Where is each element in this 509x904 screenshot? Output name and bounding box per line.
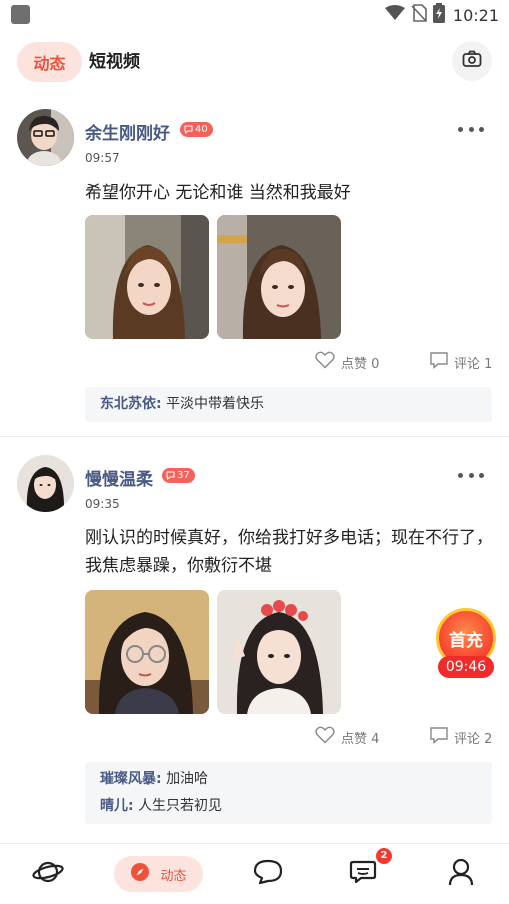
level-value: 37	[177, 470, 190, 481]
comments-preview[interactable]: 璀璨风暴: 加油哈 晴儿: 人生只若初见	[85, 762, 492, 824]
status-bar: 10:21	[0, 0, 509, 30]
planet-icon	[32, 858, 64, 890]
first-recharge-promo[interactable]: 首充 09:46	[434, 608, 498, 678]
app-notification-icon	[11, 5, 30, 24]
bubble-icon	[253, 859, 283, 889]
comment-text: 加油哈	[166, 771, 209, 787]
nav-discover[interactable]	[28, 856, 68, 892]
nav-square[interactable]	[248, 856, 288, 892]
comment-text: 人生只若初见	[138, 798, 223, 814]
nav-dynamics[interactable]: 动态	[114, 856, 203, 892]
comments-preview[interactable]: 东北苏依: 平淡中带着快乐	[85, 387, 492, 422]
promo-timer: 09:46	[438, 656, 494, 678]
no-sim-icon	[411, 4, 427, 26]
level-value: 40	[195, 124, 208, 135]
message-icon	[349, 859, 377, 889]
post-photo[interactable]	[217, 590, 341, 714]
like-button[interactable]: 点赞 0	[315, 351, 380, 373]
like-button[interactable]: 点赞 4	[315, 726, 380, 748]
post-text: 希望你开心 无论和谁 当然和我最好	[85, 183, 351, 203]
like-count: 点赞 4	[341, 731, 380, 747]
compass-icon	[130, 862, 150, 886]
post-text: 刚认识的时候真好，你给我打好多电话；现在不行了，我焦虑暴躁，你敷衍不堪	[85, 528, 493, 576]
nav-profile[interactable]	[441, 856, 481, 892]
status-time: 10:21	[452, 5, 499, 25]
tab-dynamics[interactable]: 动态	[17, 42, 82, 82]
comment-item: 晴儿: 人生只若初见	[100, 793, 477, 820]
heart-icon	[315, 726, 335, 748]
like-count: 点赞 0	[341, 356, 380, 372]
comment-icon	[430, 351, 448, 373]
level-badge: 40	[180, 122, 213, 137]
camera-button[interactable]	[452, 41, 492, 81]
level-badge: 37	[162, 468, 195, 483]
nav-messages[interactable]	[343, 856, 383, 892]
avatar[interactable]	[17, 455, 74, 512]
user-icon	[448, 858, 474, 890]
divider	[0, 436, 509, 437]
username[interactable]: 慢慢温柔	[85, 465, 153, 490]
camera-icon	[462, 50, 482, 72]
post-photo[interactable]	[217, 215, 341, 339]
comment-author[interactable]: 东北苏依:	[100, 396, 162, 412]
comment-text: 平淡中带着快乐	[166, 396, 265, 412]
comment-author[interactable]: 晴儿:	[100, 798, 134, 814]
comment-count: 评论 2	[454, 731, 493, 747]
comment-icon	[430, 726, 448, 748]
post-photo[interactable]	[85, 215, 209, 339]
nav-dynamics-label: 动态	[160, 868, 187, 884]
comment-item: 东北苏依: 平淡中带着快乐	[100, 391, 477, 418]
post-time: 09:57	[85, 151, 120, 165]
battery-charging-icon	[432, 3, 445, 27]
post-time: 09:35	[85, 497, 120, 511]
comment-button[interactable]: 评论 2	[430, 726, 493, 748]
comment-count: 评论 1	[454, 356, 493, 372]
bottom-nav: 动态	[0, 843, 509, 904]
username[interactable]: 余生刚刚好	[85, 119, 170, 144]
comment-item: 璀璨风暴: 加油哈	[100, 766, 477, 793]
wifi-icon	[384, 5, 405, 25]
messages-unread-badge: 2	[376, 848, 392, 864]
tab-short-video[interactable]: 短视频	[89, 42, 140, 82]
more-options-button[interactable]	[458, 124, 484, 134]
more-options-button[interactable]	[458, 470, 484, 480]
top-nav: 动态 短视频	[0, 40, 509, 86]
post-photo[interactable]	[85, 590, 209, 714]
comment-author[interactable]: 璀璨风暴:	[100, 771, 162, 787]
heart-icon	[315, 351, 335, 373]
comment-button[interactable]: 评论 1	[430, 351, 493, 373]
avatar[interactable]	[17, 109, 74, 166]
